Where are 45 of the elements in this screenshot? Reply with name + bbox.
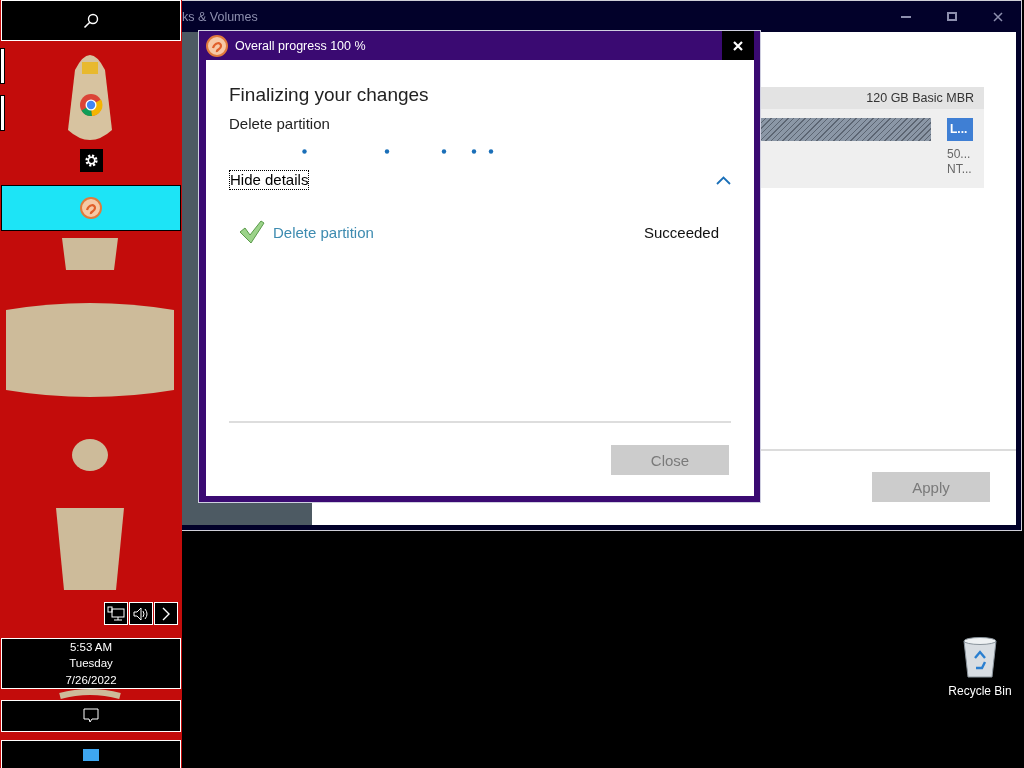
clock-day: Tuesday [69, 655, 113, 672]
clock-time: 5:53 AM [69, 639, 113, 655]
settings-icon [83, 153, 99, 168]
running-indicator [0, 48, 5, 84]
disk-header: 120 GB Basic MBR [761, 87, 984, 109]
show-desktop-button[interactable] [1, 740, 181, 768]
progress-dots-icon [302, 149, 494, 154]
checkmark-icon [239, 220, 265, 244]
recycle-bin-shortcut[interactable]: Recycle Bin [940, 636, 1020, 698]
clock-date: 7/26/2022 [65, 672, 117, 688]
close-button[interactable] [722, 31, 754, 60]
search-button[interactable] [1, 0, 181, 41]
search-icon [83, 12, 99, 29]
speaker-icon [132, 605, 150, 622]
partition-block[interactable]: L... [947, 118, 973, 141]
dialog-title: Overall progress 100 % [235, 38, 367, 53]
message-icon [83, 708, 99, 724]
shortcut-label: Recycle Bin [948, 684, 1012, 698]
desktop-icon [83, 748, 99, 761]
settings-button[interactable] [79, 149, 103, 172]
current-operation: Delete partition [229, 115, 331, 132]
chevron-right-icon [161, 606, 171, 621]
clock-button[interactable]: 5:53 AM Tuesday 7/26/2022 [1, 638, 181, 689]
operation-name: Delete partition [273, 223, 375, 241]
dialog-heading: Finalizing your changes [229, 84, 430, 106]
maximize-icon [947, 12, 957, 21]
trash-bin-icon [961, 636, 999, 678]
close-icon [733, 40, 743, 51]
operation-status: Succeeded [643, 223, 719, 241]
notifications-button[interactable] [1, 700, 181, 732]
show-hidden-icons-button[interactable] [154, 602, 178, 625]
browser-icon [79, 93, 103, 117]
running-indicator [0, 95, 5, 131]
details-toggle-link[interactable]: Hide details [229, 170, 310, 190]
window-title: ks & Volumes [182, 9, 259, 24]
partition-details: 50... NT... [947, 147, 973, 177]
close-icon [993, 11, 1003, 22]
network-icon [107, 605, 125, 622]
app-taskbar-button[interactable] [1, 185, 181, 231]
volume-button[interactable] [129, 602, 153, 625]
minimize-icon [901, 15, 911, 18]
app-icon [206, 34, 228, 57]
chevron-up-icon[interactable] [716, 175, 731, 185]
app-icon [80, 197, 102, 219]
network-button[interactable] [104, 602, 128, 625]
